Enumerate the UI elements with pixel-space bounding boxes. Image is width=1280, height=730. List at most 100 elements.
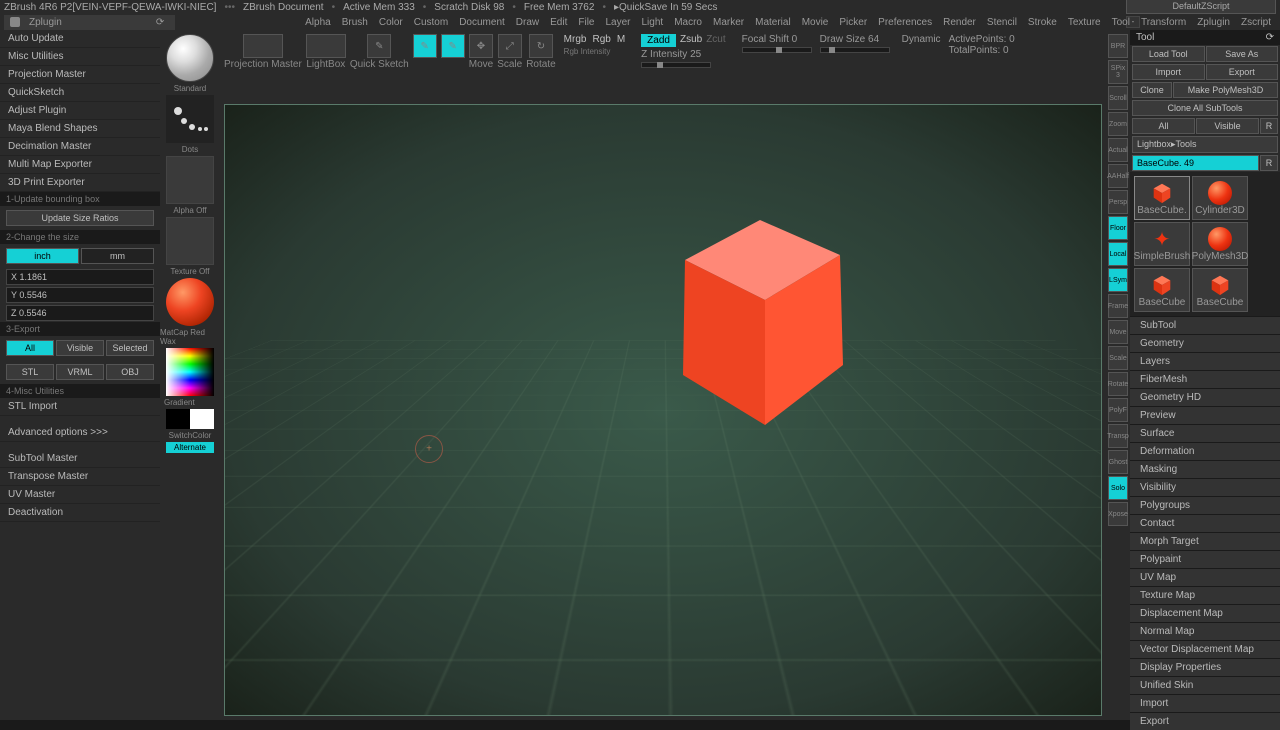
gradient-label[interactable]: Gradient: [160, 398, 195, 407]
stroke-preview[interactable]: [166, 95, 214, 143]
menu-render[interactable]: Render: [938, 16, 981, 29]
filter-all-button[interactable]: All: [1132, 118, 1195, 134]
tool-thumb-5[interactable]: BaseCube: [1192, 268, 1248, 312]
menu-tool[interactable]: Tool: [1107, 16, 1135, 29]
make-polymesh-button[interactable]: Make PolyMesh3D: [1173, 82, 1278, 98]
lightbox-button[interactable]: [306, 34, 346, 58]
accordion-import[interactable]: Import: [1130, 694, 1280, 712]
material-preview[interactable]: [166, 278, 214, 326]
rotate-button[interactable]: ↻: [529, 34, 553, 58]
nav-frame[interactable]: Frame: [1108, 294, 1128, 318]
accordion-layers[interactable]: Layers: [1130, 352, 1280, 370]
nav-ghost[interactable]: Ghost: [1108, 450, 1128, 474]
nav-lsym[interactable]: LSym: [1108, 268, 1128, 292]
vrml-button[interactable]: VRML: [56, 364, 104, 380]
accordion-deformation[interactable]: Deformation: [1130, 442, 1280, 460]
menu-zplugin[interactable]: Zplugin: [1192, 16, 1235, 29]
dynamic-toggle[interactable]: Dynamic: [902, 34, 941, 45]
menu-marker[interactable]: Marker: [708, 16, 749, 29]
zcut-button[interactable]: Zcut: [706, 34, 725, 47]
filter-visible-button[interactable]: Visible: [1196, 118, 1259, 134]
menu-material[interactable]: Material: [750, 16, 796, 29]
accordion-fibermesh[interactable]: FiberMesh: [1130, 370, 1280, 388]
tool-header[interactable]: Tool: [1136, 32, 1154, 43]
menu-zscript[interactable]: Zscript: [1236, 16, 1276, 29]
left-transpose-master[interactable]: Transpose Master: [0, 468, 160, 486]
accordion-geometry[interactable]: Geometry: [1130, 334, 1280, 352]
zsub-button[interactable]: Zsub: [680, 34, 702, 47]
left-misc-utilities[interactable]: Misc Utilities: [0, 48, 160, 66]
nav-actual[interactable]: Actual: [1108, 138, 1128, 162]
accordion-normal-map[interactable]: Normal Map: [1130, 622, 1280, 640]
update-ratios-button[interactable]: Update Size Ratios: [6, 210, 154, 226]
left-subtool-master[interactable]: SubTool Master: [0, 450, 160, 468]
left-adjust-plugin[interactable]: Adjust Plugin: [0, 102, 160, 120]
left-auto-update[interactable]: Auto Update: [0, 30, 160, 48]
switchcolor-button[interactable]: SwitchColor: [169, 431, 212, 440]
menu-stroke[interactable]: Stroke: [1023, 16, 1062, 29]
brush-preview[interactable]: [166, 34, 214, 82]
mm-button[interactable]: mm: [81, 248, 154, 264]
accordion-texture-map[interactable]: Texture Map: [1130, 586, 1280, 604]
menu-alpha[interactable]: Alpha: [300, 16, 336, 29]
menu-picker[interactable]: Picker: [834, 16, 872, 29]
mrgb-button[interactable]: Mrgb: [564, 34, 587, 45]
left-3d-print-exporter[interactable]: 3D Print Exporter: [0, 174, 160, 192]
bw-swatches[interactable]: [166, 409, 214, 429]
projection-master-button[interactable]: [243, 34, 283, 58]
nav-polyf[interactable]: PolyF: [1108, 398, 1128, 422]
nav-solo[interactable]: Solo: [1108, 476, 1128, 500]
accordion-geometry-hd[interactable]: Geometry HD: [1130, 388, 1280, 406]
accordion-unified-skin[interactable]: Unified Skin: [1130, 676, 1280, 694]
import-button[interactable]: Import: [1132, 64, 1205, 80]
export-button[interactable]: Export: [1206, 64, 1279, 80]
edit-button[interactable]: ✎: [413, 34, 437, 58]
color-picker[interactable]: [166, 348, 214, 396]
draw-button[interactable]: ✎: [441, 34, 465, 58]
nav-persp[interactable]: Persp: [1108, 190, 1128, 214]
tool-thumb-4[interactable]: BaseCube: [1134, 268, 1190, 312]
menu-brush[interactable]: Brush: [337, 16, 373, 29]
accordion-polypaint[interactable]: Polypaint: [1130, 550, 1280, 568]
menu-texture[interactable]: Texture: [1063, 16, 1106, 29]
zadd-button[interactable]: Zadd: [641, 34, 676, 47]
viewport[interactable]: [220, 100, 1106, 720]
lightbox-tools-button[interactable]: Lightbox▸Tools: [1132, 136, 1278, 153]
nav-aahalf[interactable]: AAHalf: [1108, 164, 1128, 188]
rgb-button[interactable]: Rgb: [592, 34, 610, 45]
accordion-preview[interactable]: Preview: [1130, 406, 1280, 424]
left-projection-master[interactable]: Projection Master: [0, 66, 160, 84]
scale-button[interactable]: ⤢: [498, 34, 522, 58]
accordion-subtool[interactable]: SubTool: [1130, 316, 1280, 334]
menu-custom[interactable]: Custom: [409, 16, 453, 29]
rgb-intensity[interactable]: Rgb Intensity: [564, 47, 626, 56]
menu-draw[interactable]: Draw: [511, 16, 544, 29]
accordion-surface[interactable]: Surface: [1130, 424, 1280, 442]
z-intensity-slider[interactable]: Z Intensity 25: [641, 49, 725, 60]
menu-document[interactable]: Document: [454, 16, 510, 29]
menu-file[interactable]: File: [573, 16, 599, 29]
accordion-visibility[interactable]: Visibility: [1130, 478, 1280, 496]
quicksketch-button[interactable]: ✎: [367, 34, 391, 58]
menu-layer[interactable]: Layer: [600, 16, 635, 29]
left-uv-master[interactable]: UV Master: [0, 486, 160, 504]
all-button[interactable]: All: [6, 340, 54, 356]
cube-model[interactable]: [645, 185, 845, 435]
alpha-slot[interactable]: [166, 156, 214, 204]
obj-button[interactable]: OBJ: [106, 364, 154, 380]
clone-button[interactable]: Clone: [1132, 82, 1172, 98]
left-quicksketch[interactable]: QuickSketch: [0, 84, 160, 102]
m-button[interactable]: M: [617, 34, 625, 45]
left-deactivation[interactable]: Deactivation: [0, 504, 160, 522]
stl-import[interactable]: STL Import: [0, 398, 160, 416]
left-decimation-master[interactable]: Decimation Master: [0, 138, 160, 156]
z-size[interactable]: Z 0.5546: [6, 305, 154, 321]
tool-thumb-0[interactable]: BaseCube.: [1134, 176, 1190, 220]
nav-zoom[interactable]: Zoom: [1108, 112, 1128, 136]
nav-transp[interactable]: Transp: [1108, 424, 1128, 448]
menu-preferences[interactable]: Preferences: [873, 16, 937, 29]
accordion-polygroups[interactable]: Polygroups: [1130, 496, 1280, 514]
nav-rotate[interactable]: Rotate: [1108, 372, 1128, 396]
y-size[interactable]: Y 0.5546: [6, 287, 154, 303]
tool-thumb-2[interactable]: ✦SimpleBrush: [1134, 222, 1190, 266]
